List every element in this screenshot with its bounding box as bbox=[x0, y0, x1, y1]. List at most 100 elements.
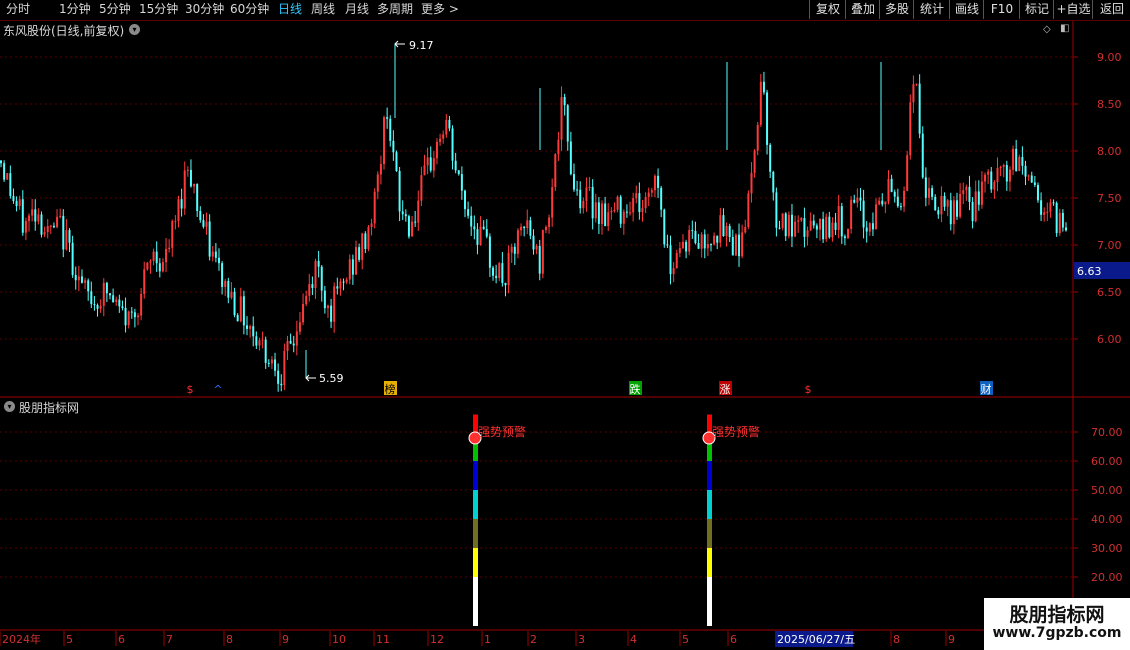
candle-body bbox=[1027, 175, 1030, 177]
candle-body bbox=[691, 230, 694, 232]
time-label: 3 bbox=[578, 633, 585, 646]
high-price-marker: 9.17 bbox=[409, 39, 434, 52]
annotations: 9.17 5.59 bbox=[305, 39, 434, 385]
candle-body bbox=[492, 267, 495, 276]
candle-body bbox=[358, 247, 361, 260]
candle-body bbox=[993, 181, 996, 190]
candle-body bbox=[672, 268, 675, 275]
period-tab-1[interactable]: 1分钟 bbox=[59, 1, 91, 18]
event-marker[interactable]: 涨 bbox=[720, 383, 731, 396]
event-marker[interactable]: ^ bbox=[213, 383, 222, 396]
time-label: 5 bbox=[66, 633, 73, 646]
kline-chart[interactable]: 强势预警 强势预警 9.17 5.59 $ ^ 榜 跌 涨 $ 财 6.63 9.00 8.50… bbox=[0, 0, 1130, 650]
candle-body bbox=[417, 200, 420, 223]
event-marker[interactable]: $ bbox=[805, 383, 812, 396]
toolbar-button-7[interactable]: +自选 bbox=[1053, 0, 1093, 19]
candle-body bbox=[274, 359, 277, 371]
chevron-down-icon[interactable]: ▾ bbox=[129, 24, 140, 35]
candle-body bbox=[389, 118, 392, 141]
candle-body bbox=[320, 266, 323, 291]
period-tab-3[interactable]: 15分钟 bbox=[139, 1, 178, 18]
period-tab-10[interactable]: 更多 > bbox=[421, 1, 459, 18]
price-label: 7.50 bbox=[1097, 192, 1122, 205]
event-marker[interactable]: 榜 bbox=[385, 382, 396, 396]
candle-body bbox=[311, 284, 314, 288]
candle-body bbox=[239, 296, 242, 322]
candle-body bbox=[345, 279, 348, 283]
period-tab-5[interactable]: 60分钟 bbox=[230, 1, 269, 18]
toolbar-button-4[interactable]: 画线 bbox=[949, 0, 984, 19]
indicator-label: 40.00 bbox=[1091, 513, 1123, 526]
candle-body bbox=[881, 200, 884, 205]
candle-body bbox=[236, 315, 239, 322]
candle-body bbox=[921, 133, 924, 178]
toolbar-button-2[interactable]: 多股 bbox=[879, 0, 914, 19]
candle-body bbox=[548, 217, 551, 227]
candle-body bbox=[305, 295, 308, 305]
candle-body bbox=[871, 223, 874, 230]
period-tab-0[interactable]: 分时 bbox=[6, 1, 30, 18]
diamond-icon[interactable]: ◇ bbox=[1043, 24, 1051, 35]
candle-body bbox=[112, 295, 115, 302]
time-label: 10 bbox=[332, 633, 346, 646]
candle-body bbox=[853, 199, 856, 203]
candle-body bbox=[529, 220, 532, 236]
candle-body bbox=[899, 206, 902, 208]
indicator-menu-icon[interactable]: ▾ bbox=[4, 401, 15, 412]
period-tab-9[interactable]: 多周期 bbox=[377, 1, 413, 18]
candle-body bbox=[663, 209, 666, 245]
candle-body bbox=[105, 282, 108, 294]
candle-body bbox=[940, 195, 943, 215]
toolbar-button-3[interactable]: 统计 bbox=[913, 0, 950, 19]
candle-body bbox=[348, 259, 351, 280]
period-tab-2[interactable]: 5分钟 bbox=[99, 1, 131, 18]
candle-body bbox=[286, 340, 289, 351]
price-label: 6.00 bbox=[1097, 333, 1122, 346]
toolbar-button-8[interactable]: 返回 bbox=[1092, 0, 1130, 19]
candle-body bbox=[641, 208, 644, 213]
candle-body bbox=[118, 299, 121, 307]
candle-body bbox=[697, 243, 700, 249]
event-marker[interactable]: 跌 bbox=[630, 382, 641, 396]
candle-body bbox=[1012, 148, 1015, 170]
candle-body bbox=[927, 188, 930, 198]
price-label: 8.50 bbox=[1097, 98, 1122, 111]
event-marker[interactable]: $ bbox=[187, 383, 194, 396]
toolbar-button-0[interactable]: 复权 bbox=[809, 0, 846, 19]
toolbar-button-5[interactable]: F10 bbox=[983, 0, 1020, 19]
candle-body bbox=[224, 280, 227, 287]
candle-body bbox=[52, 225, 55, 228]
candle-body bbox=[367, 227, 370, 249]
candle-body bbox=[965, 186, 968, 191]
period-tab-8[interactable]: 月线 bbox=[345, 1, 369, 18]
candle-body bbox=[544, 226, 547, 231]
candle-body bbox=[516, 230, 519, 254]
period-tab-4[interactable]: 30分钟 bbox=[185, 1, 224, 18]
candle-body bbox=[878, 200, 881, 205]
candle-body bbox=[174, 220, 177, 222]
event-marker[interactable]: 财 bbox=[981, 382, 992, 396]
candle-body bbox=[669, 245, 672, 275]
candle-body bbox=[616, 196, 619, 210]
candle-body bbox=[1002, 165, 1005, 167]
candle-body bbox=[482, 226, 485, 230]
period-tab-6[interactable]: 日线 bbox=[278, 1, 302, 18]
candle-body bbox=[825, 216, 828, 240]
candle-body bbox=[622, 211, 625, 224]
toolbar-button-1[interactable]: 叠加 bbox=[845, 0, 880, 19]
candle-body bbox=[463, 190, 466, 210]
indicator-panel-title: 股朋指标网 bbox=[19, 399, 79, 416]
toolbar-button-6[interactable]: 标记 bbox=[1019, 0, 1054, 19]
event-markers[interactable]: $ ^ 榜 跌 涨 $ 财 bbox=[187, 381, 994, 396]
candle-body bbox=[152, 251, 155, 261]
candle-body bbox=[781, 213, 784, 228]
candle-body bbox=[607, 212, 610, 227]
period-tab-7[interactable]: 周线 bbox=[311, 1, 335, 18]
candle-body bbox=[513, 246, 516, 254]
candle-body bbox=[102, 282, 105, 306]
panel-toggle-icon[interactable]: ◧ bbox=[1060, 23, 1069, 34]
candle-body bbox=[576, 189, 579, 191]
candlesticks[interactable] bbox=[0, 44, 1067, 392]
candle-body bbox=[451, 128, 454, 161]
candle-body bbox=[822, 219, 825, 240]
